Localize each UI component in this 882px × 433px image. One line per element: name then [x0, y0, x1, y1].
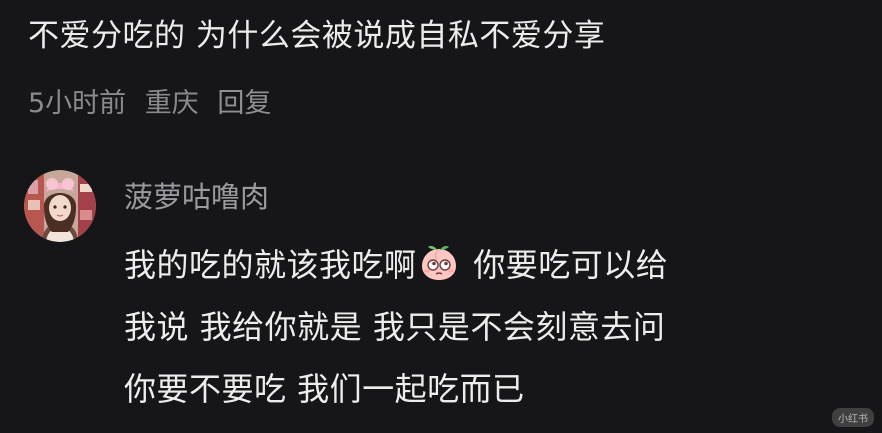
reply-line-3: 你要不要吃 我们一起吃而已 [124, 370, 525, 408]
reply-button[interactable]: 回复 [217, 88, 271, 119]
user-avatar[interactable] [24, 170, 96, 242]
reply-line-1-part-2: 你要吃可以给 [462, 246, 669, 284]
comment-meta: 5小时前 重庆 回复 [28, 84, 281, 124]
reply-line-2: 我说 我给你就是 我只是不会刻意去问 [124, 308, 666, 346]
reply-username[interactable]: 菠萝咕噜肉 [124, 176, 269, 218]
comment-text: 不爱分吃的 为什么会被说成自私不爱分享 [28, 18, 606, 54]
reply-line-1: 我的吃的就该我吃啊 你要吃可以给 [124, 234, 864, 296]
comment-time: 5小时前 [28, 88, 127, 119]
reply-text: 我的吃的就该我吃啊 你要吃可以给 我说 我给你就是 我只是不会刻意去问 你要不要… [124, 234, 864, 420]
avatar-photo-icon [24, 170, 96, 242]
watermark: 小红书 [832, 408, 874, 427]
reply-line-1-part-1: 我的吃的就该我吃啊 [124, 246, 417, 284]
comment-location: 重庆 [144, 88, 199, 119]
peach-eyes-emoji-icon [421, 246, 456, 280]
